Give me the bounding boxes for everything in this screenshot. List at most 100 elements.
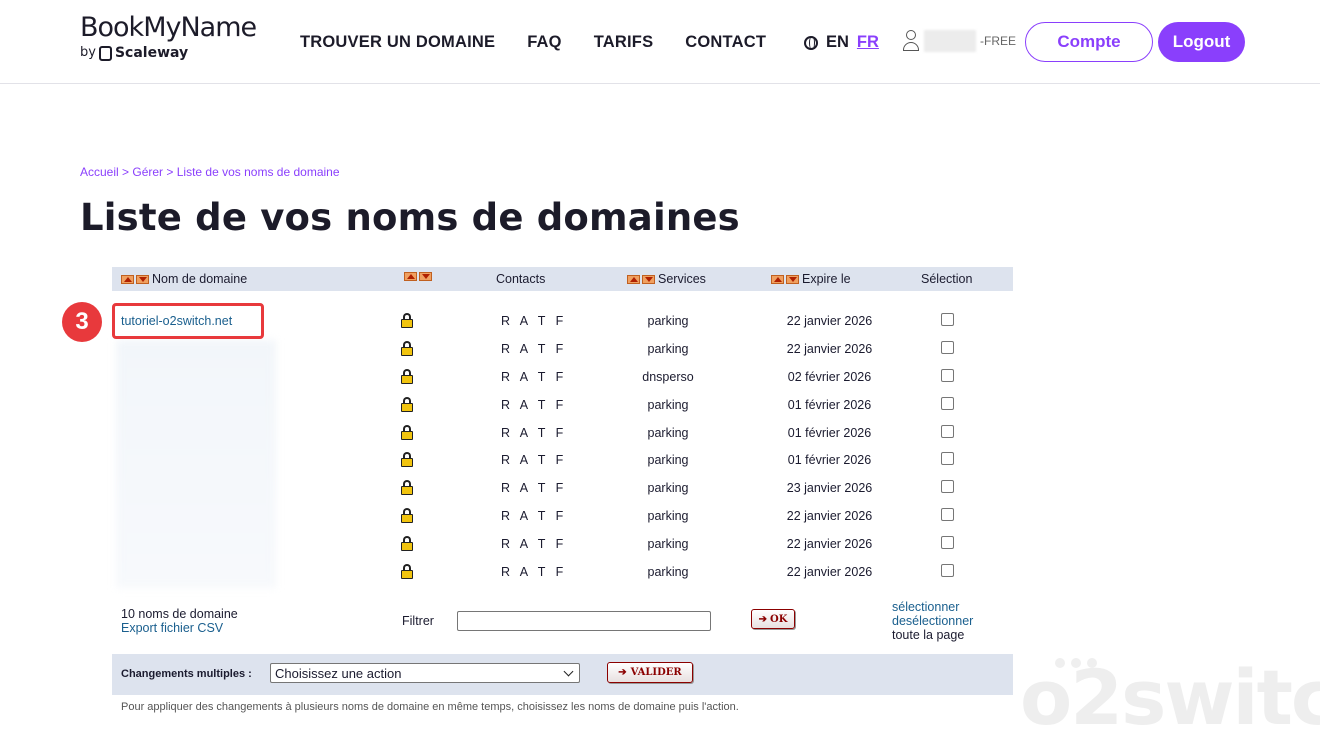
deselect-all-link[interactable]: desélectionner	[892, 614, 973, 628]
service-value: dnsperso	[642, 370, 694, 384]
contacts-links[interactable]: R A T F	[501, 565, 567, 579]
contacts-links[interactable]: R A T F	[501, 314, 567, 328]
contacts-links[interactable]: R A T F	[501, 537, 567, 551]
lock-icon[interactable]	[400, 452, 413, 467]
row-checkbox[interactable]	[941, 536, 954, 549]
expire-date: 22 janvier 2026	[786, 565, 873, 579]
nav-contact[interactable]: CONTACT	[685, 33, 766, 52]
row-checkbox[interactable]	[941, 564, 954, 577]
service-value: parking	[647, 342, 689, 356]
nav-faq[interactable]: FAQ	[527, 33, 562, 52]
action-select[interactable]: Choisissez une action	[270, 663, 580, 683]
sort-down-icon[interactable]	[136, 274, 149, 284]
sort-up-icon[interactable]	[404, 272, 417, 281]
scaleway-icon	[98, 45, 112, 61]
lock-icon[interactable]	[400, 480, 413, 495]
sort-down-icon[interactable]	[642, 274, 655, 284]
sort-up-icon[interactable]	[627, 274, 640, 284]
contacts-links[interactable]: R A T F	[501, 370, 567, 384]
th-domain: Nom de domaine	[121, 272, 247, 286]
action-select-value: Choisissez une action	[275, 665, 402, 681]
row-checkbox[interactable]	[941, 425, 954, 438]
user-icon	[902, 30, 920, 52]
table-row: R A T F parking 22 janvier 2026	[112, 558, 1013, 586]
row-checkbox[interactable]	[941, 313, 954, 326]
select-all-link[interactable]: sélectionner	[892, 600, 959, 614]
compte-button[interactable]: Compte	[1025, 22, 1153, 62]
row-checkbox[interactable]	[941, 397, 954, 410]
expire-date: 02 février 2026	[787, 370, 872, 384]
row-checkbox[interactable]	[941, 480, 954, 493]
row-checkbox[interactable]	[941, 369, 954, 382]
bulk-actions-label: Changements multiples :	[121, 668, 252, 680]
filter-label: Filtrer	[402, 614, 434, 628]
contacts-links[interactable]: R A T F	[501, 426, 567, 440]
expire-date: 01 février 2026	[787, 426, 872, 440]
user-info[interactable]: -FREE	[902, 30, 1016, 52]
lock-icon[interactable]	[400, 536, 413, 551]
arrow-right-icon: ➔	[618, 667, 627, 678]
row-checkbox[interactable]	[941, 452, 954, 465]
logout-button[interactable]: Logout	[1158, 22, 1245, 62]
contacts-links[interactable]: R A T F	[501, 509, 567, 523]
contacts-links[interactable]: R A T F	[501, 453, 567, 467]
th-lock	[404, 272, 432, 281]
table-row: R A T F parking 01 février 2026	[112, 419, 1013, 447]
breadcrumb-sep: >	[163, 165, 177, 179]
row-checkbox[interactable]	[941, 508, 954, 521]
table-row: R A T F parking 01 février 2026	[112, 391, 1013, 419]
expire-date: 01 février 2026	[787, 398, 872, 412]
bookmyname-logo[interactable]: BookMyName by Scaleway	[80, 12, 257, 62]
nav-tarifs[interactable]: TARIFS	[594, 33, 654, 52]
table-row: R A T F parking 23 janvier 2026	[112, 474, 1013, 502]
domain-table-header: Nom de domaine Contacts Services Expire …	[112, 267, 1013, 291]
lock-icon[interactable]	[400, 425, 413, 440]
sort-expire	[771, 274, 799, 284]
breadcrumb-manage[interactable]: Gérer	[132, 165, 163, 179]
sort-down-icon[interactable]	[419, 272, 432, 281]
service-value: parking	[647, 537, 689, 551]
globe-icon	[804, 35, 818, 50]
breadcrumb-home[interactable]: Accueil	[80, 165, 119, 179]
th-selection: Sélection	[921, 272, 972, 286]
sort-up-icon[interactable]	[121, 274, 134, 284]
th-expire-label: Expire le	[802, 272, 851, 286]
page-title: Liste de vos noms de domaines	[80, 196, 740, 239]
export-csv-link[interactable]: Export fichier CSV	[121, 621, 223, 635]
domain-count: 10 noms de domaine	[121, 607, 238, 621]
expire-date: 22 janvier 2026	[786, 314, 873, 328]
lock-icon[interactable]	[400, 508, 413, 523]
service-value: parking	[647, 398, 689, 412]
breadcrumb: Accueil > Gérer > Liste de vos noms de d…	[80, 165, 340, 179]
contacts-links[interactable]: R A T F	[501, 398, 567, 412]
lock-icon[interactable]	[400, 313, 413, 328]
nav-trouver-domaine[interactable]: TROUVER UN DOMAINE	[300, 33, 495, 52]
breadcrumb-current[interactable]: Liste de vos noms de domaine	[177, 165, 340, 179]
valider-button[interactable]: ➔ VALIDER	[607, 662, 693, 683]
site-header: BookMyName by Scaleway TROUVER UN DOMAIN…	[0, 0, 1320, 84]
sort-down-icon[interactable]	[786, 274, 799, 284]
expire-date: 22 janvier 2026	[786, 342, 873, 356]
main-nav: TROUVER UN DOMAINE FAQ TARIFS CONTACT	[300, 33, 798, 52]
lock-icon[interactable]	[400, 564, 413, 579]
expire-date: 23 janvier 2026	[786, 481, 873, 495]
help-text: Pour appliquer des changements à plusieu…	[121, 701, 739, 713]
service-value: parking	[647, 481, 689, 495]
lock-icon[interactable]	[400, 341, 413, 356]
language-switcher: EN FR	[804, 33, 879, 52]
sort-up-icon[interactable]	[771, 274, 784, 284]
lang-en-link[interactable]: EN	[826, 33, 849, 52]
o2switch-watermark: o2switch	[1020, 653, 1320, 742]
row-checkbox[interactable]	[941, 341, 954, 354]
service-value: parking	[647, 426, 689, 440]
service-value: parking	[647, 453, 689, 467]
lock-icon[interactable]	[400, 397, 413, 412]
lock-icon[interactable]	[400, 369, 413, 384]
lang-fr-link[interactable]: FR	[857, 33, 879, 52]
filter-input[interactable]	[457, 611, 711, 631]
th-contacts: Contacts	[496, 272, 545, 286]
contacts-links[interactable]: R A T F	[501, 481, 567, 495]
contacts-links[interactable]: R A T F	[501, 342, 567, 356]
filter-ok-button[interactable]: ➔ OK	[751, 609, 795, 629]
logo-wordmark: BookMyName	[80, 12, 257, 43]
